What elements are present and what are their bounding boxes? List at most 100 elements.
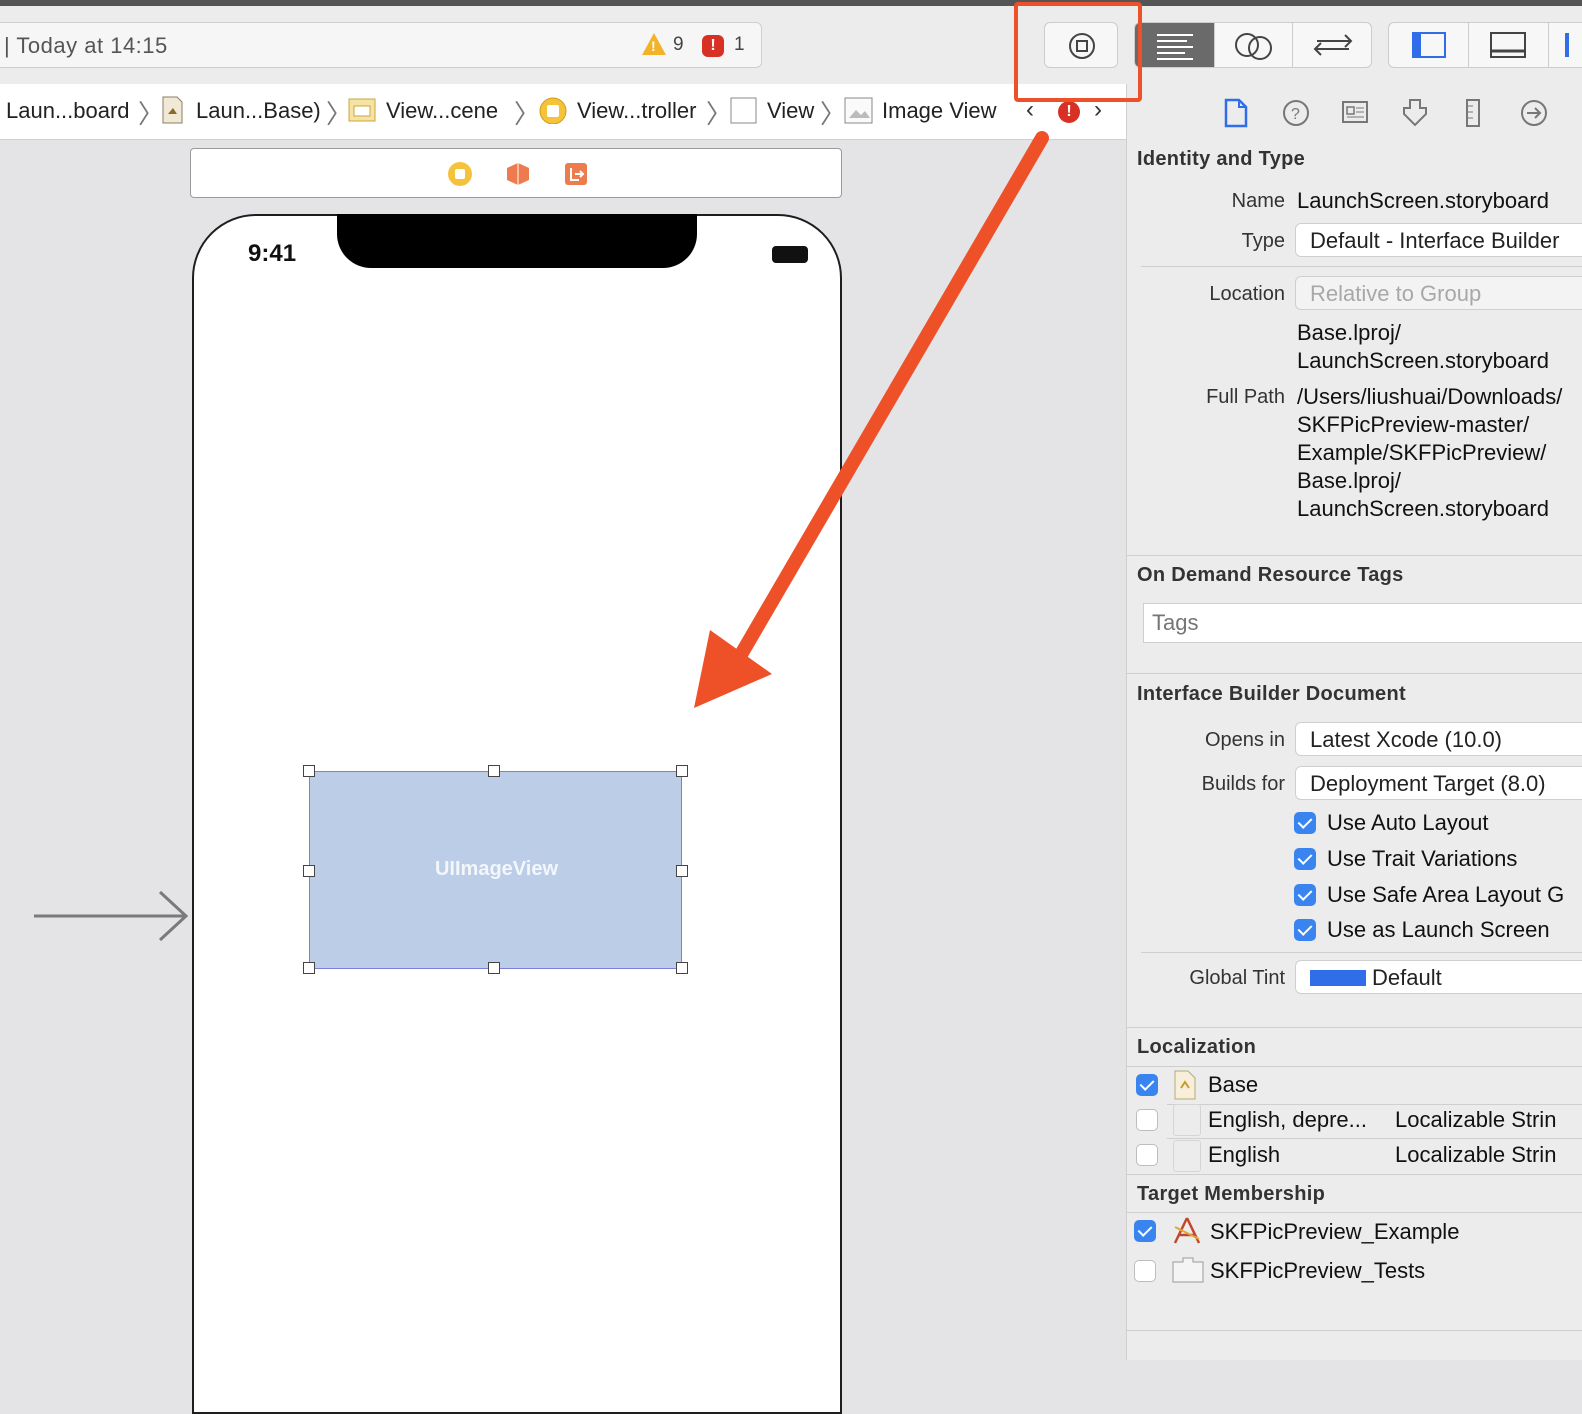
file-inspector: ? Identity and Type Name LaunchScreen.st…: [1126, 84, 1582, 1360]
identity-inspector-tab-icon[interactable]: [1341, 100, 1369, 126]
view-icon: [730, 97, 757, 124]
target-tests-checkbox[interactable]: [1134, 1260, 1156, 1282]
image-view-icon: [844, 97, 873, 124]
global-tint-value: Default: [1372, 965, 1442, 990]
target-example-checkbox[interactable]: [1134, 1220, 1156, 1242]
activity-viewer[interactable]: | Today at 14:15 ! 9 ! 1: [0, 22, 762, 68]
opens-in-popup[interactable]: Latest Xcode (10.0): [1295, 722, 1582, 756]
section-title-identity: Identity and Type: [1137, 148, 1306, 170]
highlight-box: [1014, 2, 1142, 102]
localization-english-deprecated-checkbox[interactable]: [1136, 1109, 1158, 1131]
right-panel-icon: [1565, 33, 1569, 57]
left-panel-icon: [1412, 32, 1446, 58]
view-controller-icon: [539, 97, 567, 124]
name-value[interactable]: LaunchScreen.storyboard: [1297, 188, 1549, 214]
target-tests-label: SKFPicPreview_Tests: [1210, 1258, 1426, 1283]
use-safe-area-label: Use Safe Area Layout G: [1327, 882, 1565, 907]
location-path-line-2: LaunchScreen.storyboard: [1297, 348, 1549, 373]
separator: [1167, 1138, 1582, 1139]
resize-handle-bottom-right[interactable]: [676, 962, 688, 974]
resize-handle-bottom[interactable]: [488, 962, 500, 974]
chevron-right-icon: 〉: [706, 99, 733, 129]
size-inspector-tab-icon[interactable]: [1463, 98, 1483, 128]
first-responder-icon[interactable]: [505, 161, 531, 187]
navigator-toggle[interactable]: [1389, 23, 1469, 67]
breadcrumb-item-storyboard[interactable]: Laun...board: [6, 98, 130, 124]
tags-input[interactable]: [1143, 603, 1582, 643]
panel-toggle-control[interactable]: [1388, 22, 1582, 68]
type-popup[interactable]: Default - Interface Builder: [1295, 223, 1582, 257]
standard-editor-icon: [1157, 34, 1193, 60]
global-tint-label: Global Tint: [1189, 967, 1285, 989]
warning-icon[interactable]: !: [642, 33, 666, 55]
breadcrumb-item-scene[interactable]: View...cene: [386, 98, 498, 124]
full-path-line: SKFPicPreview-master/: [1297, 412, 1530, 437]
exit-icon[interactable]: [563, 161, 589, 187]
breadcrumb-item-view-controller[interactable]: View...troller: [577, 98, 696, 124]
localization-english-deprecated-kind[interactable]: Localizable Strin: [1395, 1107, 1556, 1133]
use-auto-layout-label: Use Auto Layout: [1327, 810, 1489, 835]
blank-file-icon: [1173, 1104, 1201, 1136]
separator: [1141, 952, 1582, 953]
resize-handle-top-right[interactable]: [676, 765, 688, 777]
assistant-editor-segment[interactable]: [1215, 23, 1293, 67]
standard-editor-segment[interactable]: [1135, 23, 1215, 67]
use-as-launch-screen-label: Use as Launch Screen: [1327, 917, 1550, 942]
chevron-right-icon: 〉: [514, 99, 541, 129]
separator: [1127, 1174, 1582, 1175]
resize-handle-bottom-left[interactable]: [303, 962, 315, 974]
breadcrumb-item-view[interactable]: View: [767, 98, 814, 124]
attributes-inspector-tab-icon[interactable]: [1401, 98, 1429, 128]
debug-area-toggle[interactable]: [1469, 23, 1549, 67]
breadcrumb-item-base[interactable]: Laun...Base): [196, 98, 321, 124]
version-editor-segment[interactable]: [1293, 23, 1371, 67]
connections-inspector-tab-icon[interactable]: [1519, 98, 1549, 128]
resize-handle-top-left[interactable]: [303, 765, 315, 777]
name-label: Name: [1231, 190, 1285, 212]
separator: [1127, 1212, 1582, 1213]
target-example-label: SKFPicPreview_Example: [1210, 1219, 1460, 1244]
issue-error-icon[interactable]: !: [1058, 101, 1080, 123]
chevron-right-icon: 〉: [820, 99, 847, 129]
file-inspector-tab-icon[interactable]: [1223, 98, 1249, 128]
location-popup[interactable]: Relative to Group: [1295, 276, 1582, 310]
full-path-label: Full Path: [1206, 386, 1285, 408]
separator: [1127, 1027, 1582, 1028]
inspector-toggle[interactable]: [1549, 23, 1582, 67]
quick-help-tab-icon[interactable]: ?: [1281, 98, 1311, 128]
bottom-panel-icon: [1490, 32, 1526, 58]
breadcrumb-item-image-view[interactable]: Image View: [882, 98, 997, 124]
localization-base-checkbox[interactable]: [1136, 1074, 1158, 1096]
separator: [1141, 266, 1582, 267]
opens-in-label: Opens in: [1204, 729, 1285, 751]
view-controller-dock-icon[interactable]: [447, 161, 473, 187]
resize-handle-top[interactable]: [488, 765, 500, 777]
editor-mode-control[interactable]: [1134, 22, 1372, 68]
uiimageview[interactable]: UIImageView: [303, 765, 688, 974]
localization-base-label: Base: [1208, 1072, 1259, 1097]
error-count: 1: [734, 34, 745, 55]
test-bundle-icon: [1172, 1257, 1204, 1283]
localization-english-kind[interactable]: Localizable Strin: [1395, 1142, 1556, 1168]
use-as-launch-screen-checkbox[interactable]: [1294, 919, 1316, 941]
section-title-ib-document: Interface Builder Document: [1137, 683, 1406, 705]
initial-view-controller-arrow-icon: [34, 890, 189, 942]
use-safe-area-checkbox[interactable]: [1294, 884, 1316, 906]
resize-handle-left[interactable]: [303, 865, 315, 877]
full-path-line: Base.lproj/: [1297, 468, 1401, 493]
full-path-line: Example/SKFPicPreview/: [1297, 440, 1547, 465]
separator: [1167, 1104, 1582, 1105]
status-bar-time: 9:41: [248, 240, 297, 267]
localization-english-checkbox[interactable]: [1136, 1144, 1158, 1166]
section-title-tags: On Demand Resource Tags: [1137, 564, 1404, 586]
use-trait-variations-checkbox[interactable]: [1294, 848, 1316, 870]
resize-handle-right[interactable]: [676, 865, 688, 877]
use-auto-layout-checkbox[interactable]: [1294, 812, 1316, 834]
tint-color-swatch: [1310, 970, 1366, 986]
error-icon[interactable]: !: [702, 35, 724, 57]
global-tint-popup[interactable]: Default: [1295, 960, 1582, 994]
builds-for-popup[interactable]: Deployment Target (8.0): [1295, 766, 1582, 800]
app-target-icon: [1173, 1217, 1201, 1244]
storyboard-file-icon: [162, 96, 183, 124]
strings-file-icon: [1174, 1070, 1196, 1100]
